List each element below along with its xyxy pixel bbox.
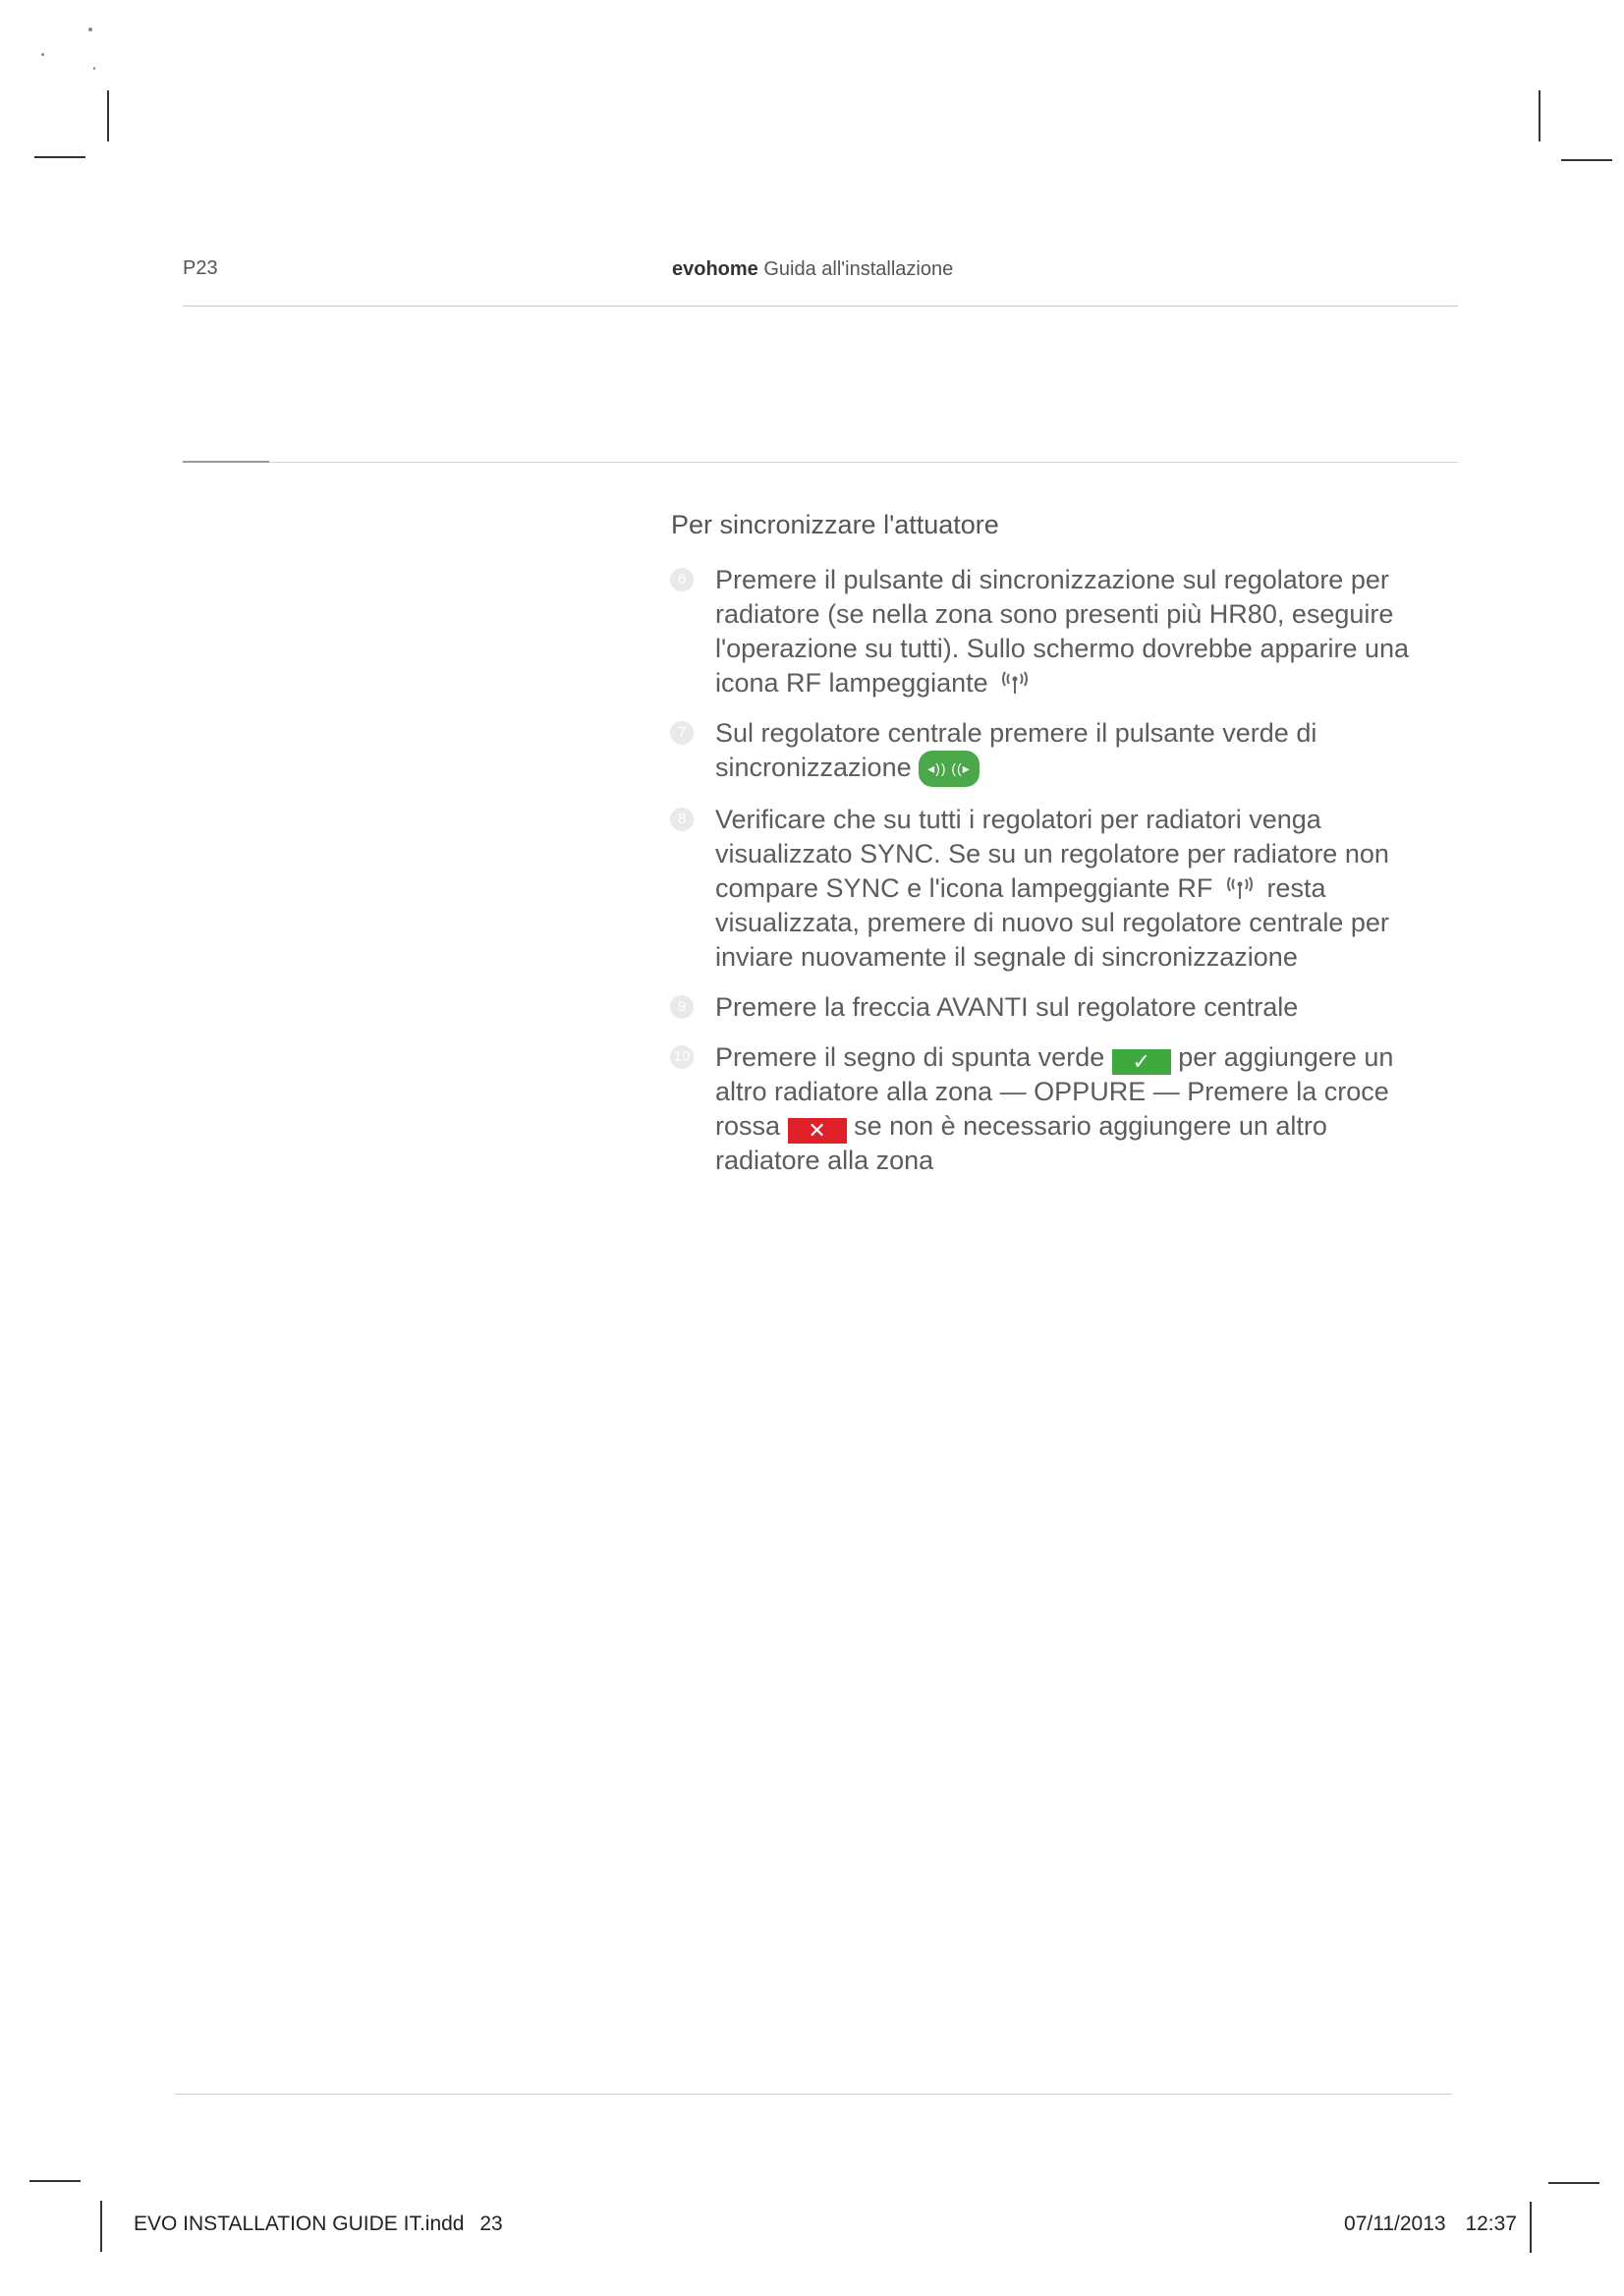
step-text: Sul regolatore centrale premere il pulsa… — [715, 718, 1317, 782]
scan-speck — [88, 28, 92, 31]
step-text: Premere il pulsante di sincronizzazione … — [715, 565, 1410, 698]
step-6: 6 Premere il pulsante di sincronizzazion… — [668, 563, 1434, 700]
crop-mark — [1561, 159, 1612, 161]
step-number: 7 — [670, 721, 694, 745]
crop-mark — [34, 156, 85, 158]
rf-antenna-icon — [1002, 671, 1029, 694]
step-text: Premere la freccia AVANTI sul regolatore… — [715, 992, 1299, 1022]
crop-mark — [100, 2201, 102, 2252]
section-rule-accent — [183, 461, 269, 463]
page-number: P23 — [183, 257, 218, 279]
crop-mark — [1539, 90, 1540, 141]
footer-rule — [175, 2094, 1452, 2095]
rf-antenna-icon — [1226, 876, 1253, 899]
footer-file-page: 23 — [479, 2212, 503, 2235]
footer-time: 12:37 — [1465, 2212, 1517, 2235]
footer-file-info: EVO INSTALLATION GUIDE IT.indd 23 — [134, 2212, 503, 2236]
guide-title: Guida all'installazione — [763, 258, 954, 280]
footer-timestamp: 07/11/2013 12:37 — [1344, 2212, 1517, 2236]
crop-mark — [107, 90, 109, 141]
sync-button-icon: ◂)) ((▸ — [919, 751, 980, 787]
scan-speck — [41, 53, 44, 56]
step-number: 10 — [670, 1045, 694, 1069]
step-9: 9 Premere la freccia AVANTI sul regolato… — [668, 990, 1434, 1025]
step-number: 9 — [670, 995, 694, 1019]
section-rule — [183, 462, 1458, 463]
steps-list: 6 Premere il pulsante di sincronizzazion… — [668, 563, 1434, 1194]
footer-date: 07/11/2013 — [1344, 2212, 1446, 2235]
header-rule — [183, 306, 1458, 307]
step-8: 8 Verificare che su tutti i regolatori p… — [668, 803, 1434, 975]
step-number: 6 — [670, 568, 694, 591]
footer-file-name: EVO INSTALLATION GUIDE IT.indd — [134, 2212, 465, 2235]
crop-mark — [1530, 2202, 1532, 2253]
step-10: 10 Premere il segno di spunta verde ✓ pe… — [668, 1040, 1434, 1178]
step-text: Premere il segno di spunta verde — [715, 1042, 1105, 1072]
header-title: evohome Guida all'installazione — [672, 258, 953, 281]
red-cross-icon: ✕ — [787, 1118, 847, 1144]
brand-name: evohome — [672, 258, 758, 280]
step-7: 7 Sul regolatore centrale premere il pul… — [668, 716, 1434, 787]
scan-speck — [93, 67, 95, 70]
section-title: Per sincronizzare l'attuatore — [671, 510, 999, 539]
step-number: 8 — [670, 808, 694, 831]
crop-mark — [1548, 2182, 1599, 2184]
green-check-icon: ✓ — [1111, 1049, 1171, 1075]
crop-mark — [29, 2180, 81, 2182]
